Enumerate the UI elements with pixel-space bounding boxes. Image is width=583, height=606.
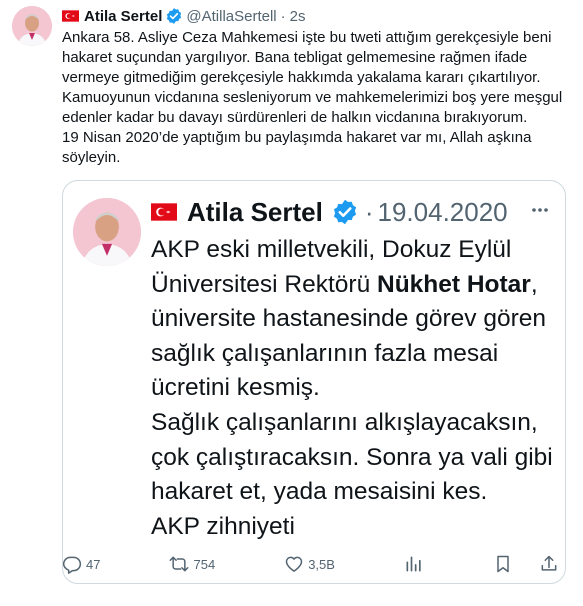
quoted-author-avatar[interactable] (73, 198, 141, 266)
quoted-author-name: Atila Sertel (187, 196, 323, 227)
quoted-text-bold: Nükhet Hotar (377, 270, 531, 298)
bookmark-icon (493, 554, 513, 574)
retweet-count: 754 (193, 556, 216, 572)
tweet-timestamp[interactable]: 2s (290, 8, 306, 25)
quoted-text-paragraph: AKP eski milletvekili, Dokuz Eylül Ünive… (151, 233, 561, 406)
separator-dot: · (364, 196, 374, 227)
separator-dot: · (280, 7, 286, 25)
turkey-flag-icon (62, 10, 79, 22)
quoted-text-paragraph: Sağlık çalışanlarını alkışlayacaksın, ço… (151, 408, 553, 506)
more-dots-icon[interactable] (529, 199, 551, 221)
turkey-flag-icon (151, 203, 177, 221)
views-icon (404, 554, 424, 574)
tweet-actions-bar: 47 754 3,5B (62, 551, 559, 577)
verified-badge-icon[interactable] (165, 7, 183, 25)
retweet-button[interactable]: 754 (169, 551, 215, 577)
quoted-tweet-header: Atila Sertel · 19.04.2020 (151, 195, 508, 229)
author-name[interactable]: Atila Sertel (84, 8, 162, 25)
quoted-tweet-date: 19.04.2020 (377, 196, 508, 227)
reply-count: 47 (86, 556, 101, 572)
avatar-photo (12, 6, 52, 46)
tweet-text: Ankara 58. Asliye Ceza Mahkemesi işte bu… (62, 28, 567, 168)
like-icon (284, 554, 304, 574)
author-avatar[interactable] (12, 6, 52, 46)
quoted-tweet-text: AKP eski milletvekili, Dokuz Eylül Ünive… (151, 233, 561, 544)
reply-button[interactable]: 47 (62, 551, 100, 577)
like-count: 3,5B (308, 556, 335, 572)
bookmark-button[interactable] (493, 551, 513, 577)
actions-right-group (493, 551, 559, 577)
verified-badge-icon (331, 198, 359, 226)
reply-icon (62, 554, 82, 574)
quoted-tweet-card[interactable]: Atila Sertel · 19.04.2020 AKP eski mille… (62, 180, 566, 584)
tweet-header: Atila Sertel @AtillaSertell · 2s (62, 6, 305, 26)
author-handle[interactable]: @AtillaSertell (186, 8, 276, 25)
quoted-text-paragraph: AKP zihniyeti (151, 512, 295, 540)
avatar-photo (73, 198, 141, 266)
like-button[interactable]: 3,5B (284, 551, 335, 577)
share-icon (539, 554, 559, 574)
tweet-text-paragraph: 19 Nisan 2020’de yaptığım bu paylaşımda … (62, 129, 532, 166)
tweet-text-paragraph: Ankara 58. Asliye Ceza Mahkemesi işte bu… (62, 29, 552, 86)
share-button[interactable] (539, 551, 559, 577)
retweet-icon (169, 554, 189, 574)
views-button[interactable] (404, 551, 424, 577)
tweet-text-paragraph: Kamuoyunun vicdanına sesleniyorum ve mah… (62, 89, 563, 126)
